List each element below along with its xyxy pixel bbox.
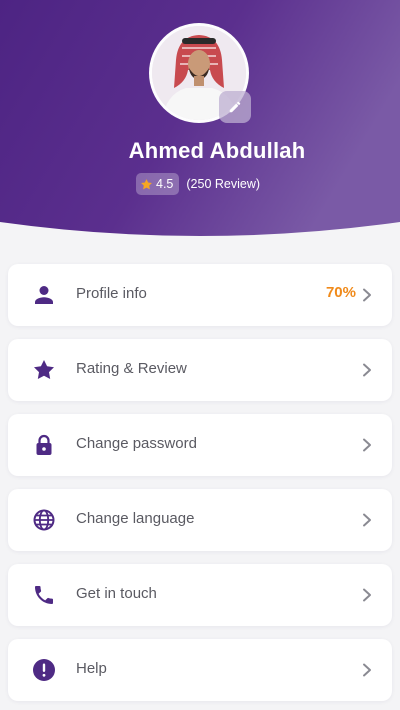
menu-item-change-password[interactable]: Change password [8, 414, 392, 476]
menu-item-get-in-touch[interactable]: Get in touch [8, 564, 392, 626]
menu-item-rating-review[interactable]: Rating & Review [8, 339, 392, 401]
edit-avatar-button[interactable] [219, 91, 251, 123]
chevron-right-icon [363, 438, 371, 452]
avatar-container [149, 23, 251, 123]
person-icon [35, 286, 53, 304]
user-name: Ahmed Abdullah [128, 138, 306, 163]
rating-row: 4.5 (250 Review) [136, 173, 260, 195]
menu-item-label: Help [76, 660, 107, 677]
review-count: (250 Review) [186, 177, 261, 191]
menu-item-label: Profile info [76, 285, 147, 302]
exclamation-icon [33, 659, 55, 681]
star-icon [34, 360, 54, 380]
menu-item-help[interactable]: Help [8, 639, 392, 701]
phone-icon [35, 586, 53, 604]
menu-item-label: Change password [76, 435, 197, 452]
chevron-right-icon [363, 588, 371, 602]
menu-item-change-language[interactable]: Change language [8, 489, 392, 551]
chevron-right-icon [363, 513, 371, 527]
menu-item-profile-info[interactable]: Profile info 70% [8, 264, 392, 326]
rating-value: 4.5 [156, 177, 174, 191]
menu-item-label: Get in touch [76, 585, 157, 602]
pencil-icon [229, 101, 241, 113]
lock-icon [36, 434, 52, 455]
menu-item-label: Change language [76, 510, 195, 527]
rating-chip: 4.5 [136, 173, 180, 195]
chevron-right-icon [363, 288, 371, 302]
globe-icon [33, 509, 55, 531]
profile-header: Ahmed Abdullah 4.5 (250 Review) [0, 0, 400, 236]
star-icon [141, 178, 152, 189]
profile-completion-badge: 70% [325, 284, 356, 301]
chevron-right-icon [363, 363, 371, 377]
chevron-right-icon [363, 663, 371, 677]
menu-item-label: Rating & Review [76, 360, 187, 377]
